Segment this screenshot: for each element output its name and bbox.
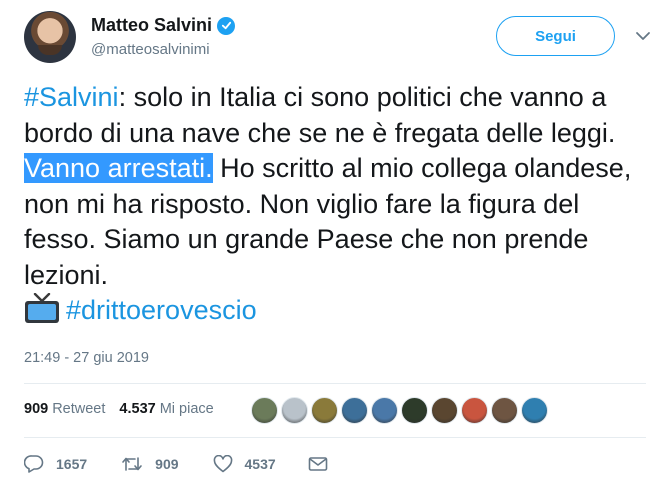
like-count: 4537: [244, 455, 276, 472]
tweet-actions: 1657 909 4537: [24, 454, 340, 473]
liker-avatar[interactable]: [281, 397, 308, 424]
author-display-name[interactable]: Matteo Salvini: [91, 15, 212, 36]
liker-avatar[interactable]: [521, 397, 548, 424]
liker-avatar[interactable]: [251, 397, 278, 424]
retweets-count[interactable]: 909: [24, 401, 48, 417]
liker-avatar[interactable]: [371, 397, 398, 424]
tweet-timestamp[interactable]: 21:49 - 27 giu 2019: [24, 350, 149, 366]
retweet-button[interactable]: 909: [121, 455, 179, 473]
liker-avatar[interactable]: [311, 397, 338, 424]
liker-avatar[interactable]: [431, 397, 458, 424]
reply-icon: [24, 455, 44, 473]
reply-count: 1657: [56, 455, 88, 472]
tweet-card: Matteo Salvini @matteosalvinimi Segui #S…: [0, 0, 669, 485]
direct-message-button[interactable]: [308, 456, 340, 472]
chevron-down-icon[interactable]: [634, 29, 652, 43]
author-handle[interactable]: @matteosalvinimi: [91, 41, 210, 58]
liker-avatar[interactable]: [491, 397, 518, 424]
tv-icon: [24, 292, 60, 335]
divider: [24, 383, 646, 384]
liker-avatar[interactable]: [341, 397, 368, 424]
hashtag-link[interactable]: #Salvini: [24, 82, 119, 112]
heart-icon: [213, 454, 232, 472]
likes-label[interactable]: Mi piace: [160, 401, 214, 417]
selected-text: Vanno arrestati.: [24, 153, 213, 183]
hashtag-link[interactable]: #drittoerovescio: [66, 295, 257, 325]
likes-count[interactable]: 4.537: [119, 401, 155, 417]
envelope-icon: [308, 456, 327, 471]
retweets-label[interactable]: Retweet: [52, 401, 105, 417]
liker-avatar[interactable]: [401, 397, 428, 424]
reply-button[interactable]: 1657: [24, 454, 87, 473]
author-name-row: Matteo Salvini: [91, 15, 236, 36]
tweet-stats: 909 Retweet 4.537 Mi piace: [24, 401, 228, 417]
verified-badge-icon: [217, 16, 236, 35]
author-avatar[interactable]: [24, 11, 76, 63]
retweet-icon: [122, 456, 142, 471]
like-button[interactable]: 4537: [213, 454, 276, 473]
liker-avatars: [251, 397, 548, 424]
follow-button[interactable]: Segui: [496, 16, 615, 56]
tweet-text: #Salvini: solo in Italia ci sono politic…: [24, 80, 654, 335]
retweet-count: 909: [155, 455, 179, 472]
divider: [24, 437, 646, 438]
liker-avatar[interactable]: [461, 397, 488, 424]
